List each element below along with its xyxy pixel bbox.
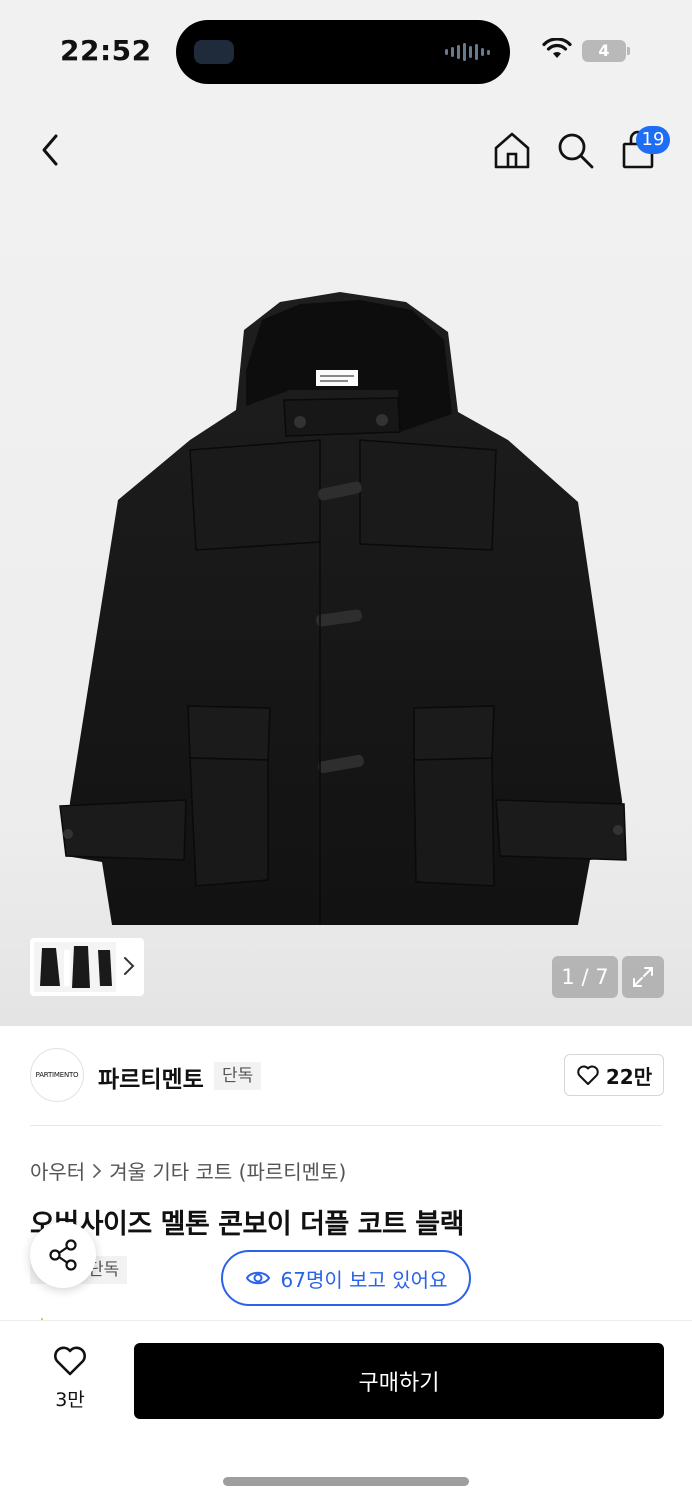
breadcrumb-subcategory[interactable]: 겨울 기타 코트 (파르티멘토): [109, 1156, 346, 1185]
share-button[interactable]: [30, 1222, 96, 1288]
battery-tip: [627, 47, 630, 55]
brand-logo-text: PARTIMENTO: [35, 1071, 79, 1079]
wifi-icon: [542, 38, 572, 58]
heart-icon: [54, 1346, 86, 1376]
home-indicator: [223, 1477, 469, 1486]
battery-indicator: 4: [582, 40, 626, 62]
dynamic-island: [176, 20, 510, 84]
top-nav: [0, 100, 692, 200]
search-icon: [558, 133, 594, 169]
island-thumbnail: [194, 40, 234, 64]
viewers-text: 67명이 보고 있어요: [280, 1267, 448, 1292]
image-counter: 1 / 7: [552, 956, 618, 998]
cart-count-badge: 19: [636, 126, 670, 154]
breadcrumb-category[interactable]: 아우터: [30, 1156, 85, 1185]
viewers-pill: 67명이 보고 있어요: [221, 1250, 471, 1306]
expand-icon: [633, 967, 653, 987]
divider: [30, 1125, 662, 1126]
buy-button[interactable]: 구매하기: [134, 1343, 664, 1419]
chevron-left-icon: [42, 134, 58, 166]
product-image: [59, 292, 627, 925]
home-button[interactable]: [488, 126, 536, 174]
brand-like-button[interactable]: 22만: [564, 1054, 664, 1096]
brand-exclusive-tag: 단독: [214, 1062, 262, 1090]
thumbnail-images: [34, 942, 116, 992]
share-icon: [49, 1239, 77, 1271]
fullscreen-button[interactable]: [622, 956, 664, 998]
wishlist-button[interactable]: 3만: [40, 1345, 100, 1412]
brand-name[interactable]: 파르티멘토: [98, 1060, 204, 1094]
home-icon: [494, 132, 530, 169]
status-bar: 22:52 4: [0, 0, 692, 100]
bottom-action-bar: 3만 구매하기: [0, 1320, 692, 1500]
brand-like-count: 22만: [605, 1064, 653, 1089]
audio-waveform-icon: [445, 42, 490, 62]
wishlist-count: 3만: [55, 1389, 85, 1411]
product-title: 오버사이즈 멜톤 콘보이 더플 코트 블랙: [30, 1209, 464, 1240]
back-button[interactable]: [26, 126, 74, 174]
chevron-right-icon: [124, 957, 135, 975]
thumbnail-strip[interactable]: [30, 938, 144, 996]
heart-icon: [577, 1065, 599, 1085]
brand-logo[interactable]: PARTIMENTO: [30, 1048, 84, 1102]
status-time: 22:52: [60, 34, 152, 67]
breadcrumb: 아우터 겨울 기타 코트 (파르티멘토): [30, 1156, 346, 1185]
search-button[interactable]: [551, 126, 599, 174]
eye-icon: [245, 1271, 270, 1285]
product-image-gallery[interactable]: 1 / 7: [0, 200, 692, 1026]
chevron-right-icon: [93, 1163, 102, 1178]
